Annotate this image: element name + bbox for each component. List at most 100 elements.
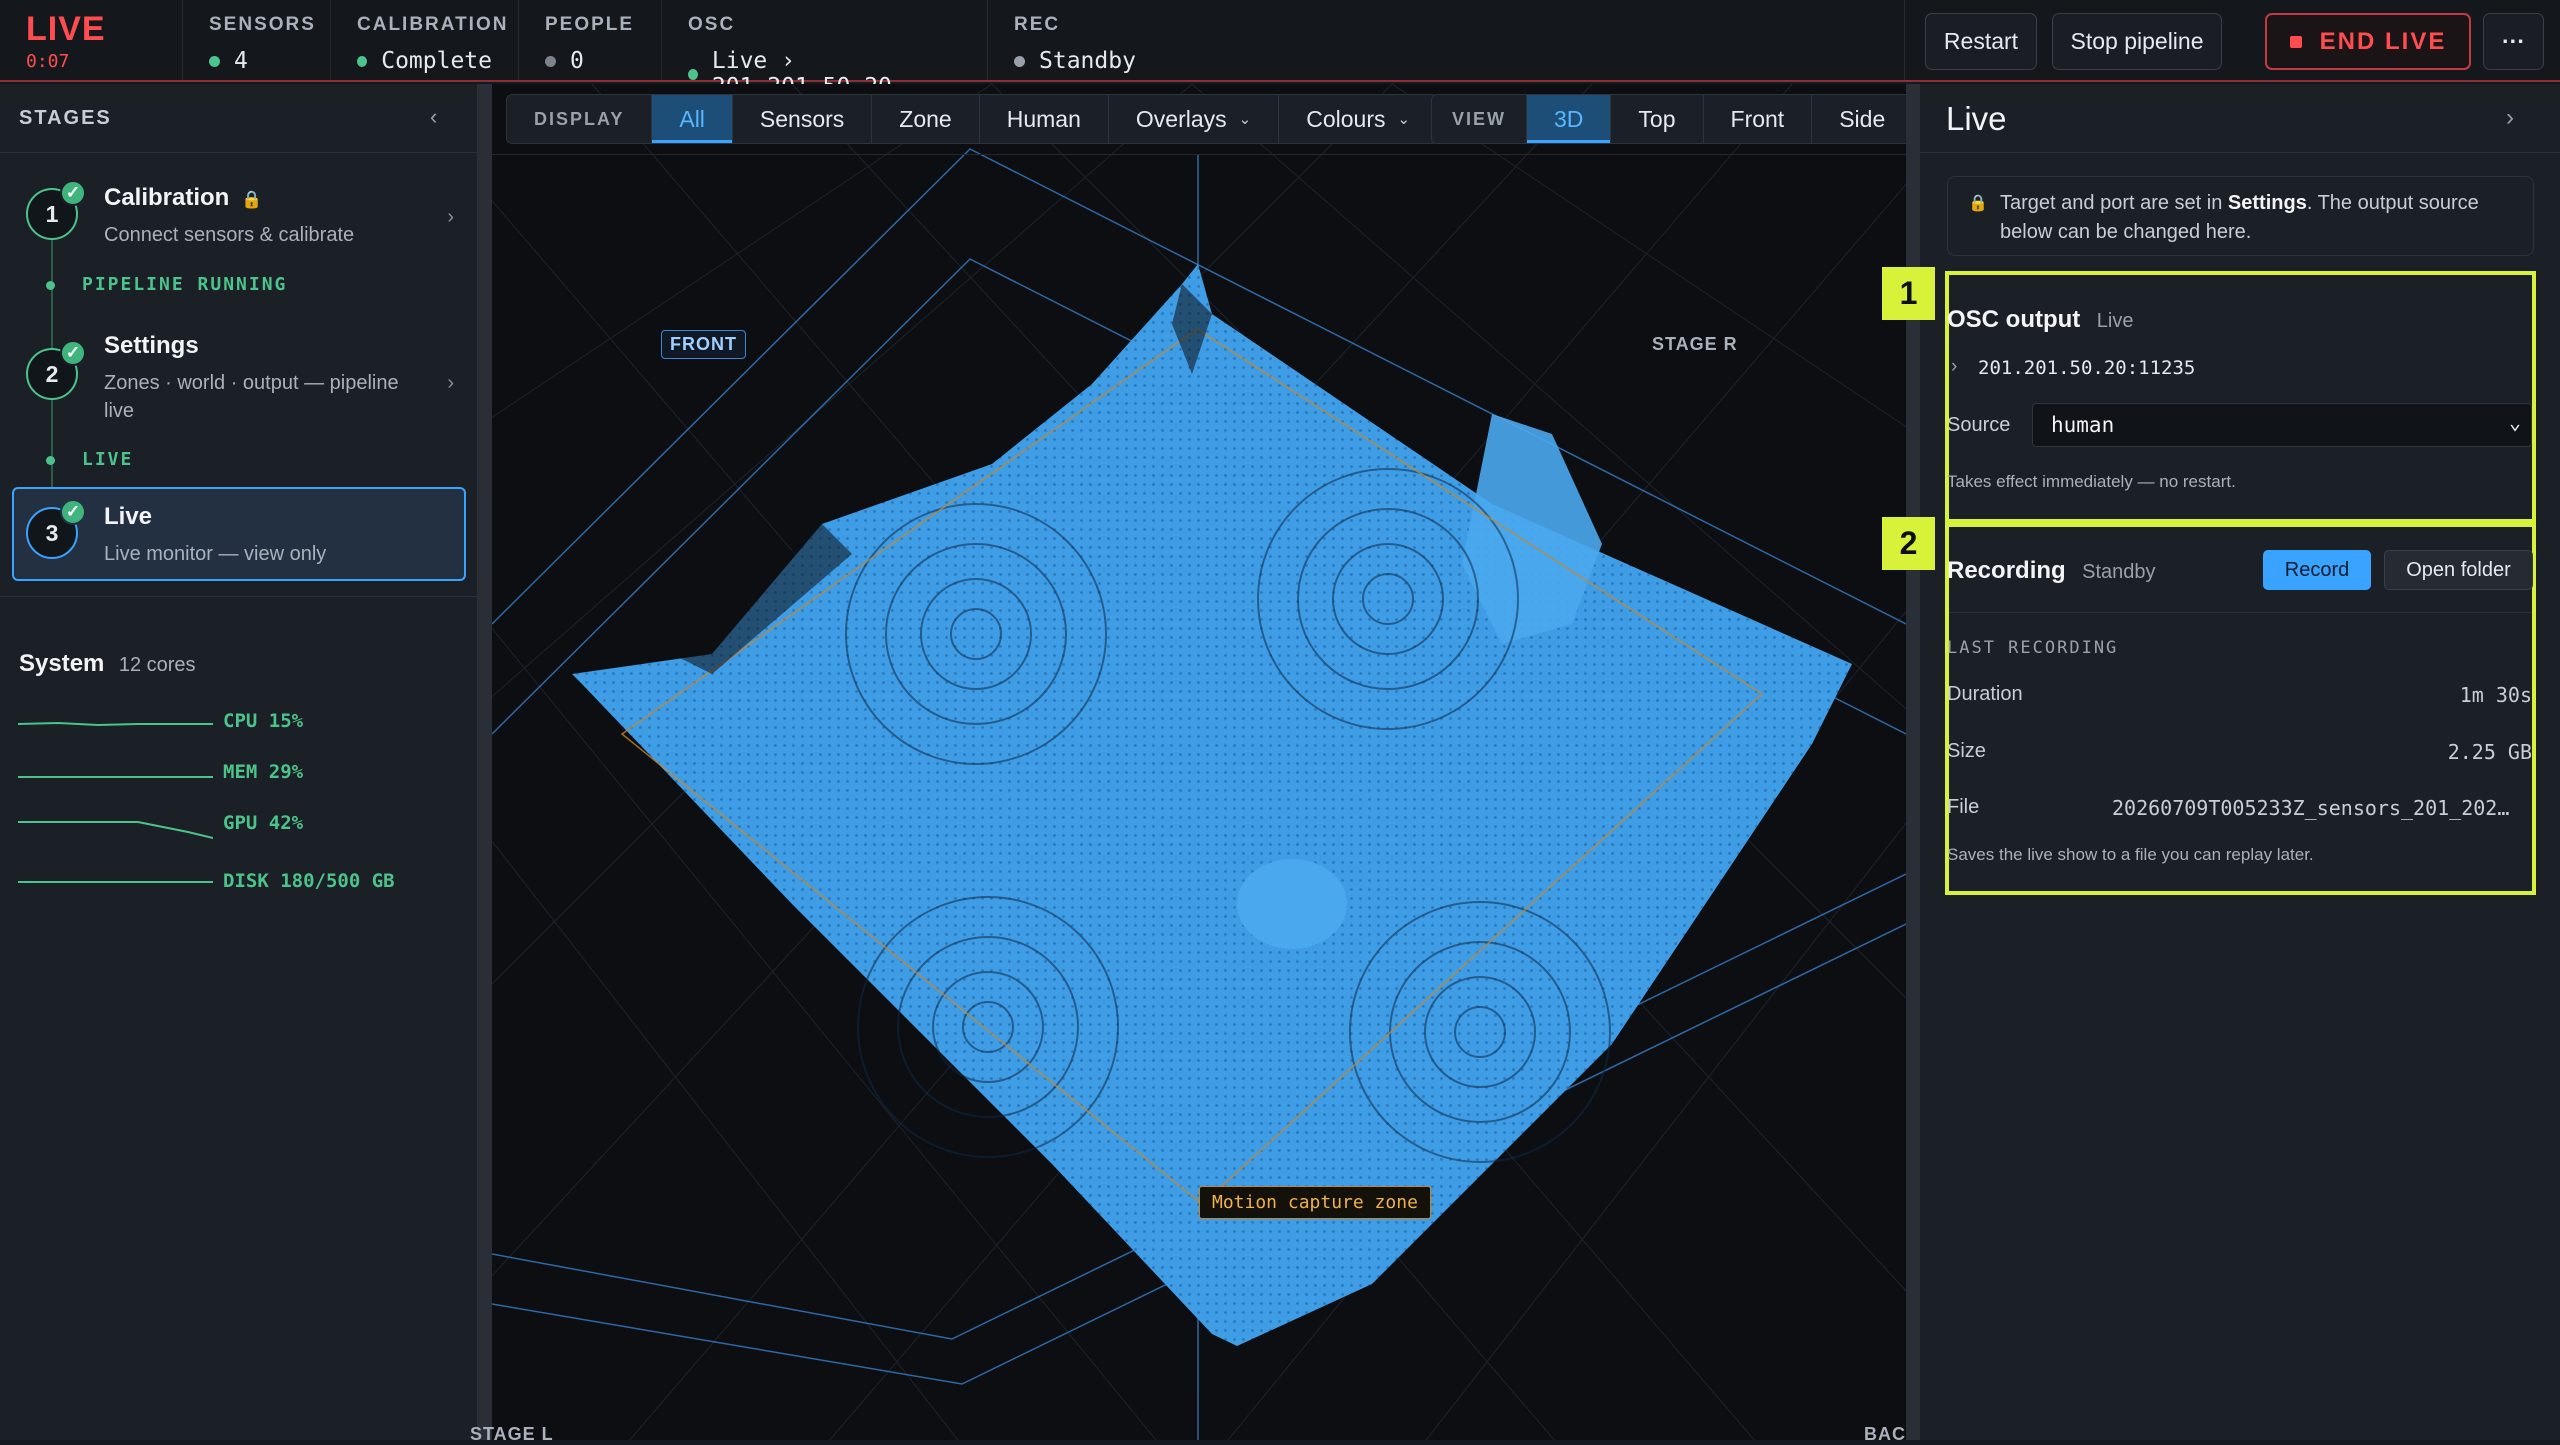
chevron-left-icon[interactable]: ‹ [430, 104, 437, 130]
pipeline-running-label: PIPELINE RUNNING [82, 274, 288, 295]
callout-badge-1: 1 [1882, 267, 1935, 320]
osc-output-header: OSC output Live [1947, 306, 2133, 334]
viewer-3d[interactable]: DISPLAY All Sensors Zone Human Overlays ⌄… [470, 84, 1919, 1444]
left-resize-handle[interactable] [478, 84, 492, 1440]
duration-label: Duration [1947, 683, 2023, 705]
disk-metric: DISK 180/500 GB [18, 862, 478, 902]
recording-note: Saves the live show to a file you can re… [1947, 845, 2314, 864]
system-header: System 12 cores [19, 650, 196, 678]
display-all-button[interactable]: All [652, 95, 733, 143]
status-dot [46, 281, 55, 290]
live-timer: 0:07 [26, 51, 70, 72]
stage-title: Settings [104, 332, 199, 359]
stage-number: 2 ✓ [26, 340, 86, 400]
system-title: System [19, 650, 105, 677]
status-dot [209, 55, 220, 67]
calibration-status: CALIBRATION Complete [331, 0, 519, 80]
rec-status: REC Standby [988, 0, 1288, 80]
view-top-button[interactable]: Top [1611, 95, 1704, 143]
lock-icon: 🔒 [241, 190, 263, 209]
live-label: LIVE [26, 10, 106, 48]
sensors-value: 4 [234, 48, 248, 74]
file-label: File [1947, 796, 1980, 818]
system-cores: 12 cores [118, 654, 196, 676]
stage-live[interactable]: 3 ✓ Live Live monitor — view only [12, 487, 466, 581]
view-header: VIEW [1432, 95, 1528, 143]
gpu-metric: GPU 42% [18, 804, 478, 844]
panel-title: Live [1946, 100, 2007, 137]
mem-metric: MEM 29% [18, 753, 478, 793]
cpu-metric: CPU 15% [18, 702, 478, 742]
stage-subtitle: Live monitor — view only [104, 543, 327, 565]
view-3d-button[interactable]: 3D [1527, 95, 1612, 143]
last-recording-header: LAST RECORDING [1947, 638, 2119, 658]
point-cloud-floor [572, 264, 1852, 1346]
sensors-label: SENSORS [209, 14, 316, 35]
cpu-label: CPU 15% [223, 710, 304, 732]
people-value: 0 [570, 48, 584, 74]
source-note: Takes effect immediately — no restart. [1947, 472, 2236, 491]
open-folder-button[interactable]: Open folder [2384, 550, 2533, 590]
record-button[interactable]: Record [2263, 550, 2371, 590]
live-indicator: LIVE 0:07 [0, 0, 183, 80]
callout-badge-2: 2 [1882, 517, 1935, 570]
point-cloud-canvas[interactable] [492, 84, 1906, 1440]
recording-header: Recording Standby [1947, 557, 2156, 585]
display-zone-button[interactable]: Zone [872, 95, 980, 143]
restart-button[interactable]: Restart [1925, 13, 2037, 70]
gpu-label: GPU 42% [223, 812, 304, 834]
chevron-right-icon: › [447, 372, 454, 394]
stage-number: 3 ✓ [26, 499, 86, 559]
source-label: Source [1947, 414, 2011, 436]
view-toggle-group: VIEW 3D Top Front Side [1431, 94, 1914, 144]
size-label: Size [1947, 740, 1986, 762]
calibration-value: Complete [381, 48, 492, 74]
stage-number: 1 ✓ [26, 180, 86, 240]
file-value: 20260709T005233Z_sensors_201_202… [2112, 796, 2510, 820]
more-menu-button[interactable]: ··· [2483, 13, 2544, 70]
checkmark-icon: ✓ [60, 340, 86, 366]
display-toggle-group: DISPLAY All Sensors Zone Human Overlays ⌄… [506, 94, 1439, 144]
cpu-sparkline [18, 721, 213, 727]
status-dot [545, 55, 556, 67]
osc-label: OSC [688, 14, 736, 35]
stage-title: Live [104, 503, 153, 530]
chevron-down-icon: ⌄ [2508, 410, 2521, 434]
mem-label: MEM 29% [223, 761, 304, 783]
osc-address: 201.201.50.20:11235 [1978, 357, 2196, 379]
view-front-button[interactable]: Front [1704, 95, 1813, 143]
stages-title: STAGES [19, 107, 112, 129]
people-label: PEOPLE [545, 14, 635, 35]
chevron-right-icon[interactable]: › [2506, 104, 2514, 132]
calibration-label: CALIBRATION [357, 14, 509, 35]
stop-square-icon [2289, 35, 2302, 48]
status-dot [357, 55, 368, 67]
settings-link[interactable]: Settings [2228, 192, 2307, 214]
status-dot [688, 68, 698, 80]
colours-dropdown[interactable]: Colours ⌄ [1279, 95, 1437, 143]
source-select-value: human [2051, 413, 2115, 437]
chevron-right-icon[interactable]: › [1951, 356, 1957, 378]
people-status: PEOPLE 0 [519, 0, 662, 80]
chevron-right-icon: › [447, 206, 454, 228]
osc-status: OSC Live › 201.201.50.20 [662, 0, 988, 100]
osc-output-title: OSC output [1947, 306, 2081, 333]
stage-subtitle: Zones · world · output — pipeline live [104, 372, 399, 422]
display-human-button[interactable]: Human [980, 95, 1109, 143]
view-side-button[interactable]: Side [1812, 95, 1912, 143]
stage-settings[interactable]: 2 ✓ Settings Zones · world · output — pip… [14, 332, 466, 462]
duration-value: 1m 30s [2459, 683, 2532, 707]
end-live-button[interactable]: END LIVE [2265, 13, 2471, 70]
overlays-dropdown[interactable]: Overlays ⌄ [1109, 95, 1280, 143]
mem-sparkline [18, 776, 213, 778]
display-sensors-button[interactable]: Sensors [733, 95, 873, 143]
checkmark-icon: ✓ [60, 180, 86, 206]
stop-pipeline-button[interactable]: Stop pipeline [2052, 13, 2222, 70]
rec-value: Standby [1039, 48, 1136, 74]
chevron-down-icon: ⌄ [1397, 111, 1411, 128]
chevron-down-icon: ⌄ [1238, 111, 1252, 128]
source-select[interactable]: human ⌄ [2032, 403, 2532, 447]
display-header: DISPLAY [507, 95, 653, 143]
status-dot [46, 456, 55, 465]
front-label: FRONT [661, 330, 746, 359]
